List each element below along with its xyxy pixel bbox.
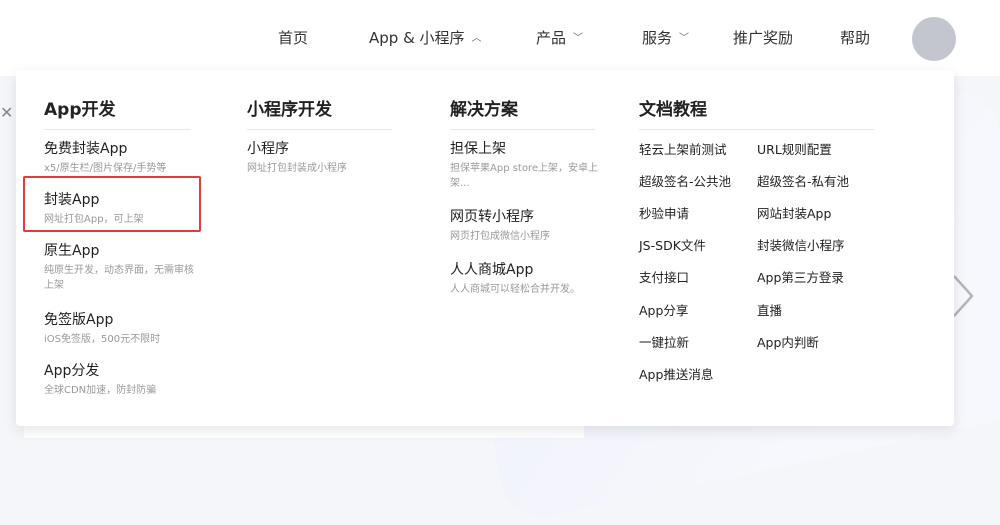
- menu-column-mini-dev: 小程序开发 小程序 网址打包封装成小程序: [247, 95, 392, 174]
- menu-item-miniprogram[interactable]: 小程序 网址打包封装成小程序: [247, 138, 397, 176]
- doc-link[interactable]: App内判断: [757, 332, 819, 351]
- menu-item-title: App分发: [44, 363, 100, 379]
- avatar[interactable]: [912, 17, 956, 61]
- doc-link[interactable]: 支付接口: [639, 267, 689, 286]
- doc-link[interactable]: 超级签名-公共池: [639, 171, 731, 190]
- menu-item-desc: 担保苹果App store上架，安卓上架...: [450, 163, 599, 189]
- menu-item-desc: 网址打包封装成小程序: [247, 163, 347, 174]
- menu-column-docs: 文档教程: [639, 95, 874, 130]
- doc-link[interactable]: 一键拉新: [639, 332, 689, 351]
- menu-item-title: 担保上架: [450, 141, 506, 157]
- nav-services-label: 服务: [642, 29, 673, 47]
- menu-column-app-dev: App开发 免费封装App x5/原生栏/图片保存/手势等 封装App 网址打包…: [44, 95, 194, 396]
- menu-item-title: 免费封装App: [44, 141, 128, 157]
- menu-item-title: 网页转小程序: [450, 209, 534, 225]
- chevron-down-icon: ﹀: [679, 33, 690, 44]
- doc-link[interactable]: JS-SDK文件: [639, 235, 706, 254]
- nav-promotion[interactable]: 推广奖励: [733, 27, 793, 48]
- column-title-mini-dev: 小程序开发: [247, 95, 392, 130]
- nav-home[interactable]: 首页: [278, 27, 308, 48]
- top-navigation: 首页 App & 小程序 ︿ 产品 ﹀ 服务 ﹀ 推广奖励 帮助: [0, 0, 1000, 76]
- menu-item-app-distribution[interactable]: App分发 全球CDN加速，防封防骗: [44, 360, 194, 398]
- nav-app-miniprogram-label: App & 小程序: [369, 29, 465, 47]
- menu-item-unsigned-app[interactable]: 免签版App iOS免签版，500元不限时: [44, 309, 194, 347]
- menu-item-native-app[interactable]: 原生App 纯原生开发，动态界面，无需审核上架: [44, 240, 194, 293]
- doc-link[interactable]: 封装微信小程序: [757, 235, 845, 254]
- highlight-box: [23, 176, 201, 232]
- menu-item-desc: x5/原生栏/图片保存/手势等: [44, 163, 167, 174]
- close-icon[interactable]: ✕: [0, 103, 13, 122]
- doc-link[interactable]: 直播: [757, 300, 782, 319]
- menu-item-guaranteed-listing[interactable]: 担保上架 担保苹果App store上架，安卓上架...: [450, 138, 600, 191]
- nav-help[interactable]: 帮助: [840, 27, 870, 48]
- menu-item-title: 免签版App: [44, 312, 114, 328]
- nav-app-miniprogram[interactable]: App & 小程序 ︿: [369, 27, 482, 48]
- nav-products-label: 产品: [536, 29, 567, 47]
- column-title-docs: 文档教程: [639, 95, 874, 130]
- doc-link[interactable]: 超级签名-私有池: [757, 171, 849, 190]
- column-title-solutions: 解决方案: [450, 95, 595, 130]
- doc-link[interactable]: URL规则配置: [757, 139, 832, 158]
- menu-item-web-to-miniprogram[interactable]: 网页转小程序 网页打包成微信小程序: [450, 206, 600, 244]
- app-miniprogram-dropdown: App开发 免费封装App x5/原生栏/图片保存/手势等 封装App 网址打包…: [16, 70, 954, 426]
- menu-item-free-app[interactable]: 免费封装App x5/原生栏/图片保存/手势等: [44, 138, 194, 176]
- menu-item-title: 原生App: [44, 243, 100, 259]
- doc-link[interactable]: 秒验申请: [639, 203, 689, 222]
- menu-item-desc: iOS免签版，500元不限时: [44, 334, 161, 345]
- menu-item-desc: 网页打包成微信小程序: [450, 231, 550, 242]
- menu-item-title: 人人商城App: [450, 262, 534, 278]
- nav-products[interactable]: 产品 ﹀: [536, 27, 583, 48]
- doc-link[interactable]: 网站封装App: [757, 203, 831, 222]
- menu-item-desc: 全球CDN加速，防封防骗: [44, 385, 157, 396]
- doc-link[interactable]: App分享: [639, 300, 688, 319]
- menu-item-title: 小程序: [247, 141, 289, 157]
- nav-services[interactable]: 服务 ﹀: [642, 27, 689, 48]
- menu-item-desc: 人人商城可以轻松合并开发。: [450, 284, 580, 295]
- menu-item-desc: 纯原生开发，动态界面，无需审核上架: [44, 265, 194, 291]
- doc-link[interactable]: App第三方登录: [757, 267, 844, 286]
- menu-column-solutions: 解决方案 担保上架 担保苹果App store上架，安卓上架... 网页转小程序…: [450, 95, 598, 295]
- menu-item-renren-mall-app[interactable]: 人人商城App 人人商城可以轻松合并开发。: [450, 259, 600, 297]
- chevron-down-icon: ﹀: [573, 33, 584, 44]
- column-title-app-dev: App开发: [44, 95, 191, 130]
- chevron-up-icon: ︿: [471, 33, 482, 44]
- doc-link[interactable]: App推送消息: [639, 364, 713, 383]
- page-content-edge: [24, 426, 584, 438]
- doc-link[interactable]: 轻云上架前测试: [639, 139, 727, 158]
